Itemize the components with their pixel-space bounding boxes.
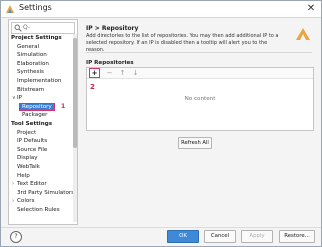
breadcrumb: IP > Repository [86, 25, 139, 32]
tree-item-label: Help [17, 172, 30, 179]
apply-button[interactable]: Apply [241, 230, 273, 243]
vivado-app-icon [6, 5, 14, 13]
restore-button[interactable]: Restore... [279, 230, 315, 243]
tree-item-text-editor[interactable]: › Text Editor [9, 180, 75, 189]
tree-item-repository[interactable]: Repository 1 [9, 102, 75, 112]
description-text: Add directories to the list of repositor… [86, 33, 279, 53]
title-bar: Settings ✕ [1, 1, 321, 18]
footer-divider [1, 227, 321, 228]
window-title: Settings [19, 3, 52, 12]
tree-item-label: Project Settings [11, 35, 62, 41]
tree-item-help[interactable]: Help [9, 172, 75, 181]
remove-repository-button[interactable]: − [105, 69, 114, 77]
tree-item-bitstream[interactable]: Bitstream [9, 86, 75, 95]
tree-item-label: 3rd Party Simulators [17, 189, 75, 196]
tree-item-project[interactable]: Project [9, 129, 75, 138]
tree-item-label: Selection Rules [17, 206, 60, 213]
section-title: IP Repositories [86, 60, 134, 66]
close-icon[interactable]: ✕ [305, 3, 317, 15]
tree-item-webtalk[interactable]: WebTalk [9, 163, 75, 172]
tree-item-label: Display [17, 155, 38, 162]
sidebar-scrollbar[interactable] [73, 34, 77, 222]
tree-item-label: Colors [17, 198, 35, 205]
add-repository-button[interactable]: + [89, 68, 100, 78]
tree-item-label: IP Defaults [17, 138, 48, 145]
vivado-logo-icon [296, 28, 310, 40]
tree-item-elaboration[interactable]: Elaboration [9, 60, 75, 69]
refresh-all-button[interactable]: Refresh All [178, 137, 212, 149]
tree-item-label: Implementation [17, 77, 62, 84]
tree-item-label: Packager [22, 112, 48, 119]
search-box[interactable] [11, 22, 75, 34]
annotation-marker-2: 2 [90, 83, 95, 91]
scroll-thumb[interactable] [73, 38, 77, 148]
move-down-button[interactable]: ↓ [131, 69, 140, 77]
cancel-button[interactable]: Cancel [204, 230, 236, 243]
tree-item-implementation[interactable]: Implementation [9, 77, 75, 86]
tree-item-simulation[interactable]: Simulation [9, 51, 75, 60]
repo-toolbar: + − ↑ ↓ [87, 68, 313, 79]
tree-item-label: Repository [19, 102, 55, 111]
divider [86, 52, 312, 53]
tree-item-label: Source File [17, 146, 48, 153]
empty-state-text: No content [184, 96, 216, 102]
search-input[interactable] [23, 23, 73, 32]
tree-item-label: Synthesis [17, 69, 44, 76]
tree-item-selection-rules[interactable]: Selection Rules [9, 206, 75, 215]
tree-item-synthesis[interactable]: Synthesis [9, 68, 75, 77]
help-icon[interactable]: ? [10, 231, 22, 243]
tree-group-tool-settings[interactable]: Tool Settings [9, 120, 75, 129]
chevron-down-icon[interactable]: ∨ [12, 94, 16, 103]
settings-tree: Project Settings General Simulation Elabora… [9, 34, 75, 214]
move-up-button[interactable]: ↑ [118, 69, 127, 77]
tree-item-label: Text Editor [17, 181, 47, 188]
chevron-right-icon[interactable]: › [12, 180, 14, 189]
tree-item-general[interactable]: General [9, 43, 75, 52]
settings-sidebar: Project Settings General SimulationElabora… [8, 19, 78, 225]
tree-group-project-settings[interactable]: Project Settings [9, 34, 75, 43]
tree-item-label: Bitstream [17, 86, 45, 93]
tree-item-label: Elaboration [17, 60, 49, 67]
tree-item-label: General [17, 43, 40, 50]
search-icon [14, 24, 22, 32]
tree-item-colors[interactable]: › Colors [9, 197, 75, 206]
tree-item-label: Simulation [17, 52, 47, 59]
tree-item-display[interactable]: Display [9, 154, 75, 163]
tree-item-3rd-party-simulators[interactable]: 3rd Party Simulators [9, 189, 75, 198]
annotation-marker-1: 1 [61, 102, 66, 110]
tree-item-label: Project [17, 129, 37, 136]
main-panel: IP > Repository Add directories to the l… [81, 19, 317, 223]
tree-item-label: WebTalk [17, 163, 40, 170]
tree-item-ip-defaults[interactable]: IP Defaults [9, 137, 75, 146]
tree-item-source-file[interactable]: Source File [9, 146, 75, 155]
repositories-panel: + − ↑ ↓ No content [86, 67, 314, 131]
chevron-right-icon[interactable]: › [12, 197, 14, 206]
tree-item-ip[interactable]: ∨ IP [9, 94, 75, 103]
settings-window: Settings ✕ Project Settings General Simula… [0, 0, 322, 247]
tree-item-label: IP [17, 95, 23, 102]
ok-button[interactable]: OK [167, 230, 199, 243]
tree-item-packager[interactable]: Packager [9, 111, 75, 120]
tree-item-label: Tool Settings [11, 120, 53, 127]
